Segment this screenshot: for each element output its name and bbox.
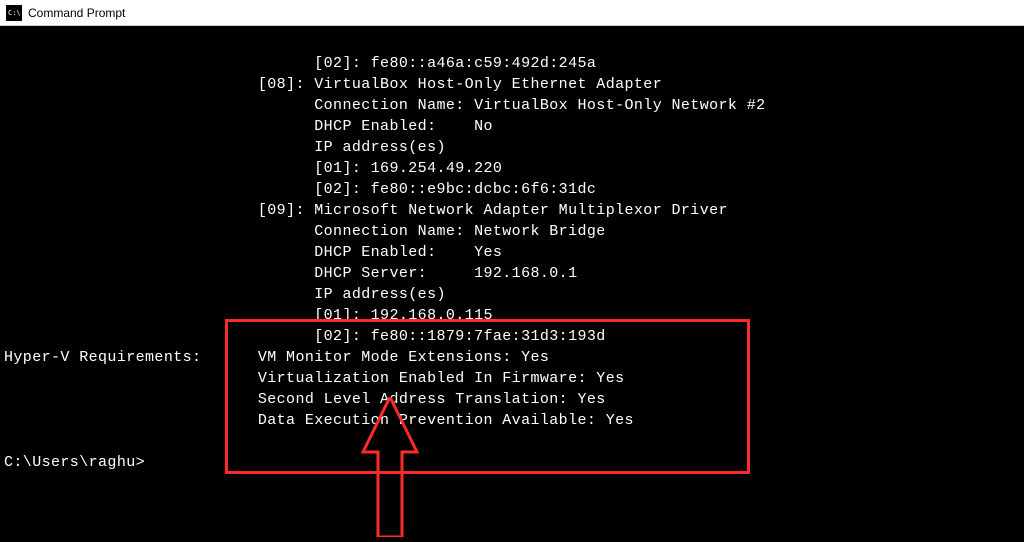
terminal-line: [02]: fe80::e9bc:dcbc:6f6:31dc: [4, 181, 596, 198]
terminal-line: Hyper-V Requirements: VM Monitor Mode Ex…: [4, 349, 549, 366]
titlebar[interactable]: C:\ Command Prompt: [0, 0, 1024, 26]
window-title: Command Prompt: [28, 6, 125, 20]
terminal-line: Second Level Address Translation: Yes: [4, 391, 606, 408]
svg-text:C:\: C:\: [8, 9, 21, 17]
terminal-line: IP address(es): [4, 286, 446, 303]
terminal-output[interactable]: [02]: fe80::a46a:c59:492d:245a [08]: Vir…: [0, 26, 1024, 473]
terminal-line: DHCP Enabled: Yes: [4, 244, 502, 261]
terminal-line: Connection Name: VirtualBox Host-Only Ne…: [4, 97, 766, 114]
terminal-line: [01]: 192.168.0.115: [4, 307, 493, 324]
terminal-line: Data Execution Prevention Available: Yes: [4, 412, 634, 429]
terminal-line: [02]: fe80::1879:7fae:31d3:193d: [4, 328, 606, 345]
terminal-line: [02]: fe80::a46a:c59:492d:245a: [4, 55, 596, 72]
terminal-line: [01]: 169.254.49.220: [4, 160, 502, 177]
terminal-line: IP address(es): [4, 139, 446, 156]
terminal-line: Connection Name: Network Bridge: [4, 223, 606, 240]
terminal-line: Virtualization Enabled In Firmware: Yes: [4, 370, 625, 387]
terminal-prompt: C:\Users\raghu>: [4, 454, 145, 471]
cmd-icon: C:\: [6, 5, 22, 21]
terminal-line: DHCP Enabled: No: [4, 118, 493, 135]
terminal-line: [08]: VirtualBox Host-Only Ethernet Adap…: [4, 76, 662, 93]
terminal-line: DHCP Server: 192.168.0.1: [4, 265, 578, 282]
terminal-line: [09]: Microsoft Network Adapter Multiple…: [4, 202, 728, 219]
